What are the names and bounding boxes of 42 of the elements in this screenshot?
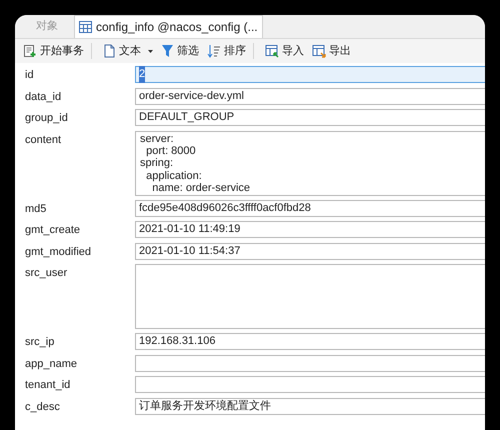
input-field[interactable]: order-service-dev.yml bbox=[135, 88, 485, 104]
caret-icon bbox=[148, 50, 153, 52]
input-field[interactable]: 192.168.31.106 bbox=[135, 333, 485, 350]
input-field[interactable]: 2021-01-10 11:54:37 bbox=[135, 242, 485, 260]
input-field[interactable] bbox=[135, 376, 485, 393]
field-label: group_id bbox=[25, 111, 69, 126]
input-field[interactable] bbox=[135, 354, 485, 372]
toolbar-button[interactable]: 导出 bbox=[311, 42, 352, 60]
document-plus-icon bbox=[23, 44, 37, 58]
field-label: gmt_modified bbox=[25, 244, 92, 260]
toolbar-button[interactable]: 排序 bbox=[206, 42, 247, 60]
document-icon bbox=[103, 44, 116, 58]
field-label: gmt_create bbox=[25, 223, 82, 238]
input-field[interactable]: 订单服务开发环境配置文件 bbox=[135, 398, 485, 414]
funnel-icon bbox=[161, 44, 174, 58]
toolbar-button[interactable]: 文本 bbox=[102, 42, 154, 60]
field-label: content bbox=[25, 132, 62, 148]
sort-icon bbox=[207, 44, 221, 58]
content-line: server: bbox=[140, 132, 174, 145]
input-field[interactable]: DEFAULT_GROUP bbox=[135, 109, 485, 126]
content-line: spring: bbox=[140, 157, 174, 170]
input-field[interactable]: fcde95e408d96026c3ffff0acf0fbd28 bbox=[135, 200, 485, 216]
input-field[interactable]: 2 bbox=[135, 66, 485, 83]
toolbar-button[interactable]: 导入 bbox=[264, 42, 305, 60]
text-area[interactable] bbox=[135, 264, 485, 329]
field-label: c_desc bbox=[25, 400, 61, 414]
text-area[interactable]: server: port: 8000 spring: application: name: order-service bbox=[135, 130, 485, 196]
field-label: src_ip bbox=[25, 335, 56, 350]
table-icon bbox=[79, 21, 92, 33]
field-label: id bbox=[25, 68, 35, 83]
field-label: src_user bbox=[25, 266, 68, 281]
tab[interactable]: config_info @nacos_config (... bbox=[74, 15, 263, 38]
field-label: app_name bbox=[25, 356, 78, 372]
content-line: port: 8000 bbox=[145, 144, 196, 158]
content-line: name: order-service bbox=[151, 182, 250, 194]
toolbar-button[interactable]: 开始事务 bbox=[22, 42, 85, 60]
field-label: tenant_id bbox=[25, 378, 72, 393]
content-line: application: bbox=[145, 170, 202, 182]
field-label: md5 bbox=[25, 202, 48, 216]
toolbar-button[interactable]: 筛选 bbox=[160, 42, 200, 60]
input-field[interactable]: 2021-01-10 11:49:19 bbox=[135, 221, 485, 238]
field-label: data_id bbox=[25, 90, 62, 104]
